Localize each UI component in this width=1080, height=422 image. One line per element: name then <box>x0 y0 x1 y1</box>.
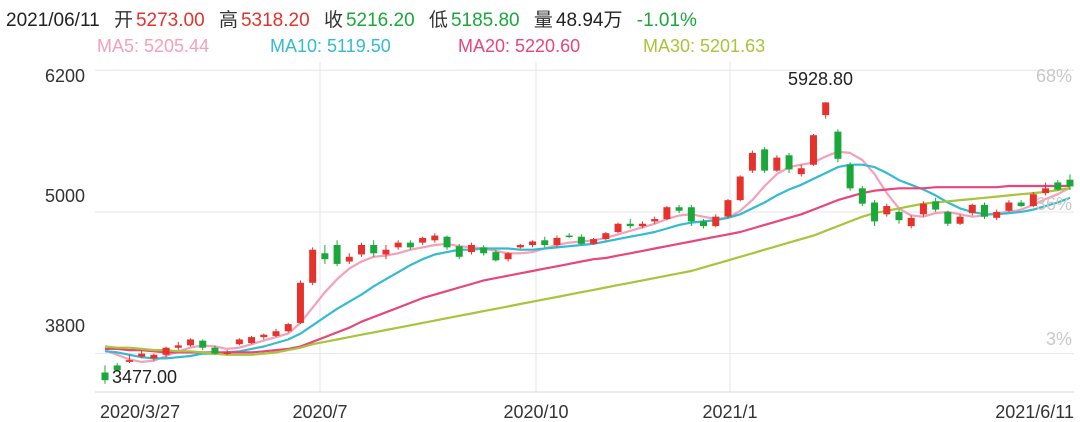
candle-body <box>907 217 915 227</box>
candle-body <box>956 216 964 224</box>
candle-body <box>663 207 671 220</box>
candle-body <box>419 237 427 243</box>
candle-body <box>162 347 170 355</box>
candle-body <box>626 223 634 227</box>
candle-body <box>638 223 646 227</box>
candle-body <box>944 211 952 224</box>
low-annotation: 3477.00 <box>112 367 177 387</box>
y-tick-6200: 6200 <box>45 66 85 86</box>
candle-body <box>883 206 891 215</box>
y-tick-5000: 5000 <box>45 186 85 206</box>
candle-body <box>1054 182 1062 190</box>
candle-body <box>455 246 463 257</box>
candle-body <box>492 252 500 261</box>
candle-body <box>577 236 585 244</box>
x-tick-2020-3-27: 2020/3/27 <box>100 402 180 422</box>
candle-body <box>260 334 268 338</box>
candle-body <box>980 204 988 217</box>
candle-body <box>516 245 524 248</box>
candle-body <box>125 360 133 362</box>
candle-body <box>1066 179 1074 187</box>
moving-average-lines <box>104 150 1071 363</box>
candle-body <box>248 337 256 344</box>
y-right-tick-3: 3% <box>1046 329 1072 349</box>
candle-body <box>406 242 414 248</box>
candlestick-chart: 6200 5000 3800 68% 36% 3% 2020/3/27 2020… <box>45 62 1074 422</box>
candle-body <box>761 149 769 171</box>
candle-body <box>565 235 573 238</box>
candle-body <box>321 253 329 260</box>
candle-body <box>553 237 561 246</box>
candle-body <box>614 223 622 233</box>
candle-body <box>797 168 805 175</box>
x-tick-2021-6-11: 2021/6/11 <box>995 402 1074 422</box>
candle-body <box>736 176 744 201</box>
x-tick-2021-1: 2021/1 <box>702 402 757 422</box>
line-ma5 <box>104 150 1071 363</box>
candle-body <box>773 157 781 171</box>
candle-body <box>150 354 158 359</box>
candle-body <box>687 207 695 222</box>
y-right-tick-36: 36% <box>1036 194 1072 214</box>
candle-body <box>822 102 830 116</box>
candle-body <box>675 207 683 211</box>
candle-body <box>199 340 207 348</box>
candle-body <box>187 339 195 346</box>
candle-body <box>834 131 842 159</box>
candle-body <box>541 240 549 246</box>
candle-body <box>138 353 146 357</box>
candle-body <box>932 201 940 210</box>
candle-body <box>871 202 879 222</box>
candle-body <box>651 219 659 222</box>
candle-body <box>748 152 756 171</box>
candle-body <box>919 203 927 215</box>
candle-body <box>101 372 109 381</box>
line-ma10 <box>104 163 1071 360</box>
candle-body <box>211 347 219 354</box>
candle-body <box>809 135 817 165</box>
y-right-tick-68: 68% <box>1036 66 1072 86</box>
candle-body <box>590 239 598 244</box>
candle-body <box>712 216 720 227</box>
candle-body <box>333 245 341 264</box>
candle-body <box>431 235 439 241</box>
candle-body <box>309 249 317 283</box>
candle-body <box>724 200 732 217</box>
y-tick-3800: 3800 <box>45 316 85 336</box>
candle-body <box>235 339 243 345</box>
candle-body <box>1042 188 1050 194</box>
candle-body <box>223 352 231 354</box>
candle-body <box>993 211 1001 218</box>
candle-body <box>370 245 378 254</box>
candle-body <box>284 324 292 332</box>
candle-body <box>1005 202 1013 211</box>
candle-body <box>968 204 976 214</box>
x-tick-2020-10: 2020/10 <box>503 402 568 422</box>
candle-body <box>504 253 512 260</box>
candle-body <box>846 164 854 189</box>
candle-body <box>700 221 708 227</box>
candle-body <box>272 331 280 336</box>
high-annotation: 5928.80 <box>788 69 853 89</box>
candle-body <box>174 345 182 348</box>
candle-body <box>358 245 366 255</box>
x-tick-2020-7: 2020/7 <box>292 402 347 422</box>
candle-body <box>529 241 537 246</box>
candle-body <box>345 256 353 262</box>
candles <box>101 102 1074 384</box>
candle-body <box>394 242 402 248</box>
candle-body <box>296 282 304 323</box>
candle-body <box>895 211 903 221</box>
candle-body <box>443 236 451 248</box>
candle-body <box>602 233 610 240</box>
candle-body <box>480 247 488 254</box>
candle-body <box>858 188 866 204</box>
candle-body <box>785 155 793 170</box>
candle-body <box>382 249 390 255</box>
candle-body <box>1017 202 1025 207</box>
candle-body <box>467 245 475 253</box>
